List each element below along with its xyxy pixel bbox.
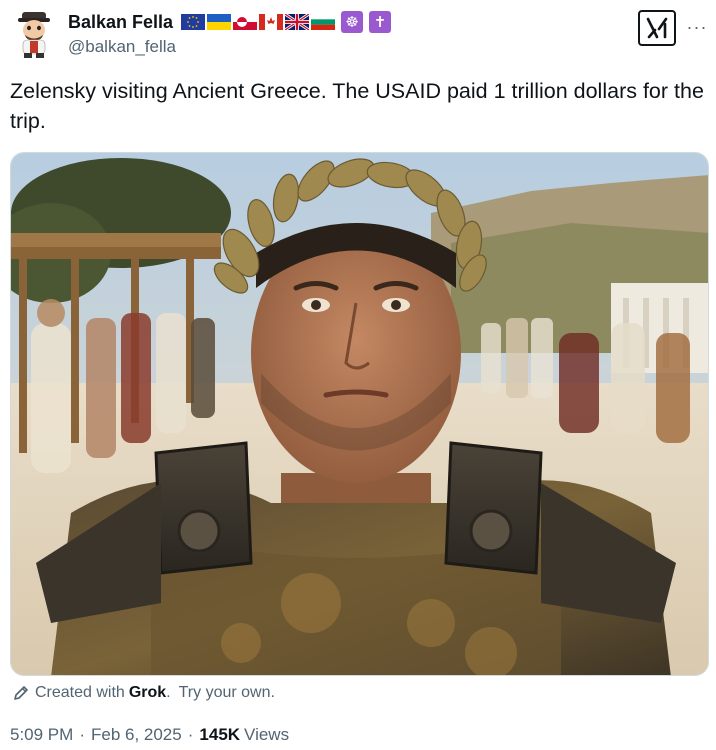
avatar[interactable] (12, 10, 56, 60)
meta-separator: · (187, 725, 194, 744)
more-options-button[interactable]: ··· (684, 14, 710, 40)
tweet-text: Zelensky visiting Ancient Greece. The US… (10, 79, 704, 133)
tweet-date[interactable]: Feb 6, 2025 (91, 725, 182, 745)
bulgaria-flag-icon (311, 14, 336, 30)
canada-flag-icon (259, 14, 284, 30)
user-handle[interactable]: @balkan_fella (68, 37, 176, 57)
latin-cross-icon: ✝ (369, 11, 392, 33)
credit-suffix: . (166, 684, 171, 701)
uk-flag-icon (285, 14, 310, 30)
tweet-media-image[interactable] (10, 152, 709, 676)
display-name-row: Balkan Fella ☸ ✝ (68, 10, 392, 34)
ukraine-flag-icon (207, 14, 232, 30)
grok-credit: Created with Grok. Try your own. (12, 682, 275, 704)
eu-flag-icon (181, 14, 206, 30)
display-name[interactable]: Balkan Fella (68, 12, 173, 33)
grok-link[interactable]: Grok (129, 684, 166, 702)
pencil-icon (12, 684, 30, 702)
grok-button[interactable] (638, 10, 676, 46)
greenland-flag-icon (233, 14, 258, 30)
grok-logo-icon (646, 17, 668, 39)
views-count: 145K (199, 725, 241, 744)
views-label: Views (244, 725, 290, 744)
try-your-own-link[interactable]: Try your own. (179, 684, 275, 702)
name-emoji-list: ☸ ✝ (181, 11, 392, 33)
dharma-wheel-icon: ☸ (341, 11, 364, 33)
credit-prefix: Created with (35, 684, 125, 701)
meta-separator: · (79, 725, 85, 744)
tweet-meta: 5:09 PM · Feb 6, 2025 · 145K Views (10, 723, 289, 747)
tweet-time[interactable]: 5:09 PM (10, 725, 73, 745)
tweet-header: Balkan Fella ☸ ✝ @balkan_fella ··· (0, 0, 716, 70)
